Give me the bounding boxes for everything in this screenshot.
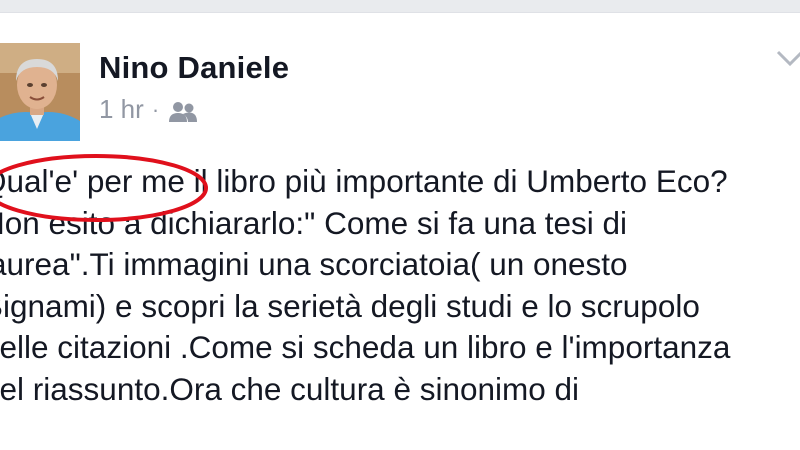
post-line: Qual'e' per me il libro più importante d…	[0, 163, 728, 199]
timestamp[interactable]: 1 hr	[99, 94, 144, 125]
chevron-down-icon[interactable]	[770, 44, 800, 74]
friends-icon[interactable]	[167, 99, 199, 122]
post-line: del riassunto.Ora che cultura è sinonimo…	[0, 370, 580, 407]
post-line: delle citazioni .Come si scheda un libro…	[0, 329, 731, 366]
facebook-post: Nino Daniele 1 hr · Qual'e' per me il li…	[0, 0, 800, 450]
avatar[interactable]	[0, 43, 80, 141]
post-line: Bignami) e scopri la serietà degli studi…	[0, 287, 700, 324]
author-name[interactable]: Nino Daniele	[99, 50, 289, 86]
post-body: Qual'e' per me il libro più importante d…	[0, 161, 800, 411]
post-meta: 1 hr ·	[99, 94, 199, 125]
post-line: laurea".Ti immagini una scorciatoia( un …	[0, 246, 628, 283]
top-divider	[0, 0, 800, 13]
post-line: Non esito a dichiararlo:" Come si fa una…	[0, 204, 627, 241]
meta-separator: ·	[151, 96, 160, 122]
